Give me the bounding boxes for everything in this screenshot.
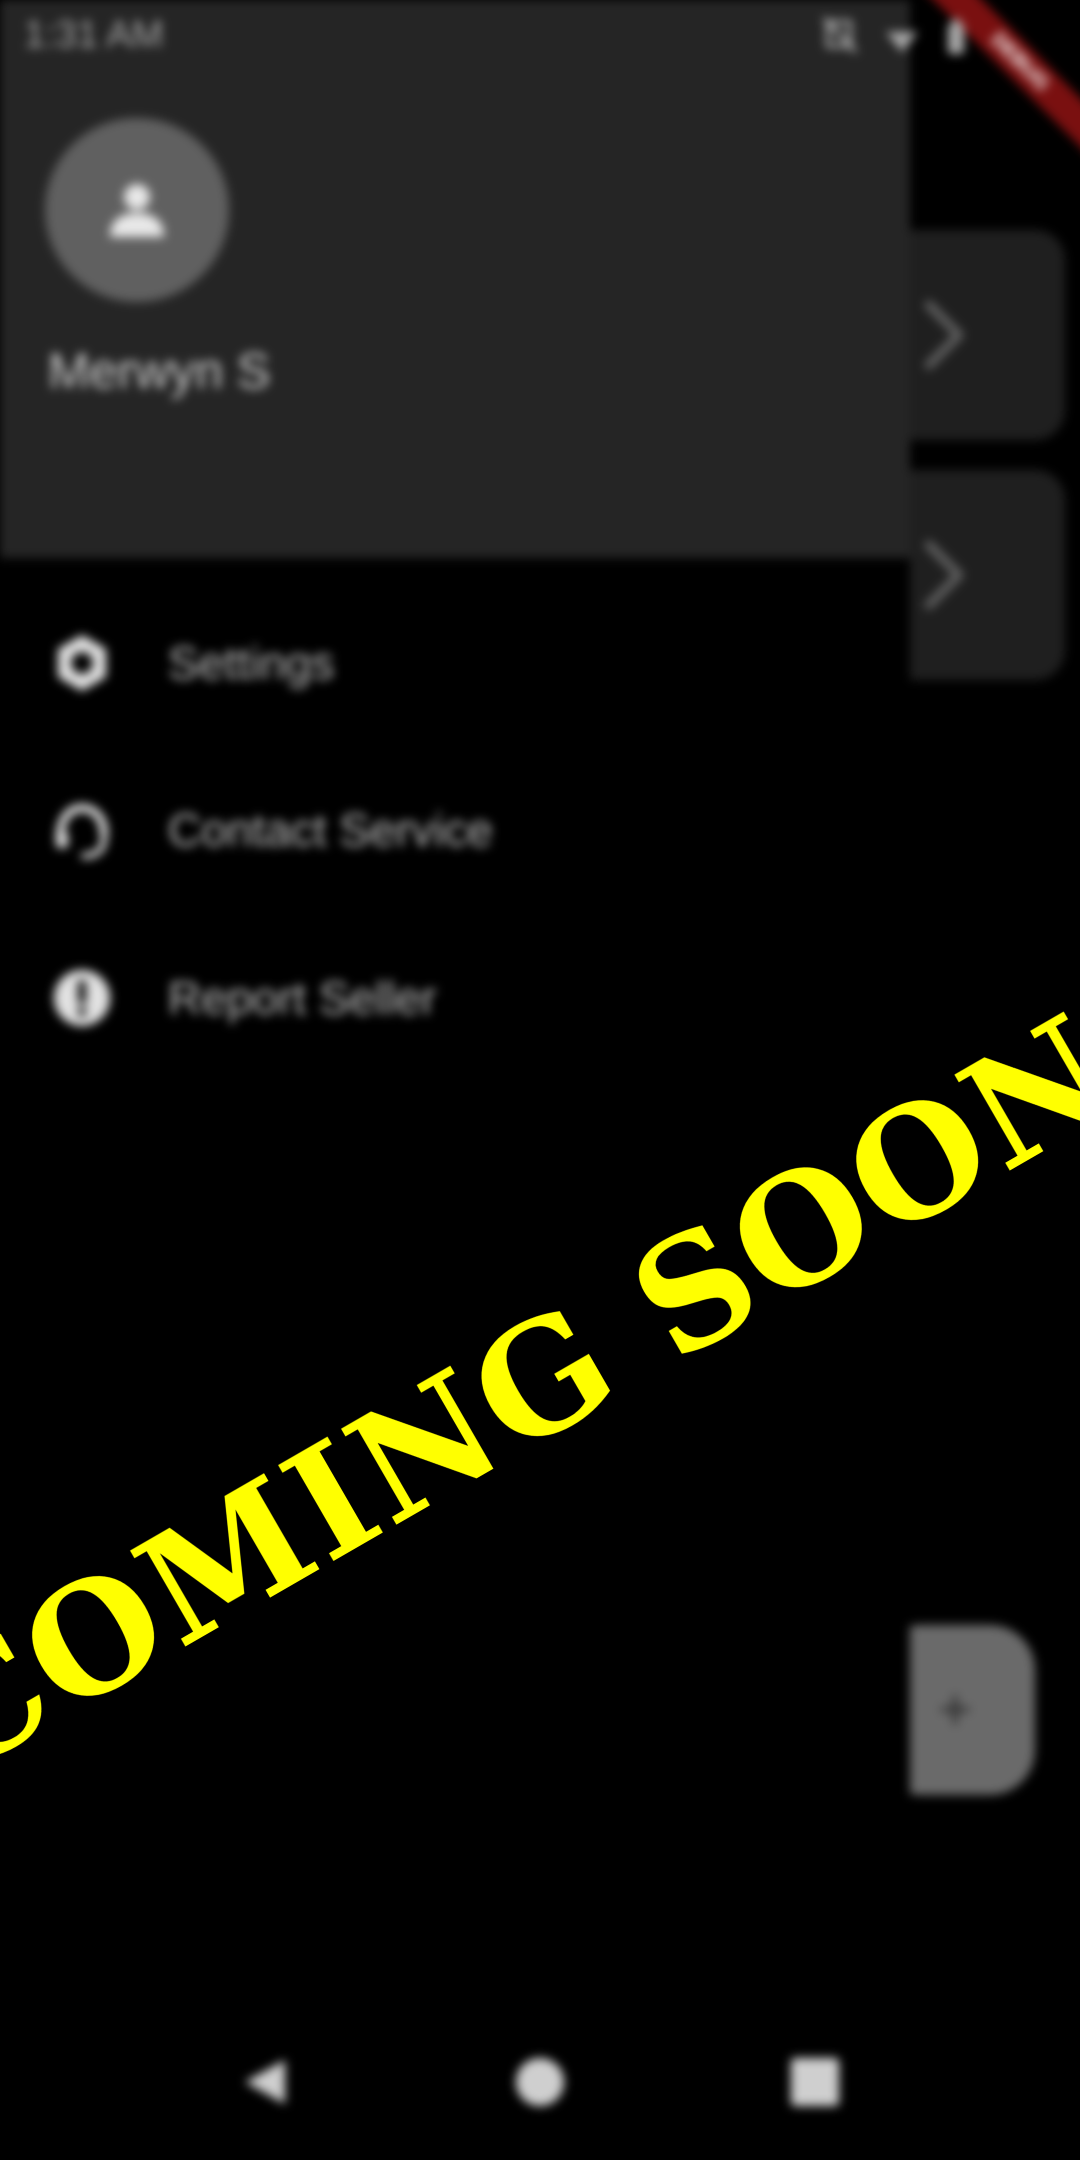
screen: + DEBUG Merwyn S Settings Contact Servic… [0, 0, 1080, 2160]
avatar[interactable] [45, 118, 229, 302]
user-name: Merwyn S [48, 343, 271, 399]
menu-item-settings[interactable]: Settings [0, 598, 910, 728]
battery-icon [948, 19, 964, 54]
status-time: 1:31 AM [24, 14, 164, 56]
back-icon[interactable] [235, 2052, 295, 2112]
headset-icon [56, 803, 108, 859]
recents-icon[interactable] [785, 2052, 845, 2112]
wifi-icon [886, 32, 918, 52]
notification-off-icon [822, 16, 858, 54]
drawer-header: Merwyn S [0, 0, 910, 558]
alert-circle-icon [54, 970, 110, 1026]
person-icon [110, 184, 164, 237]
status-icons [822, 16, 964, 54]
home-icon[interactable] [510, 2052, 570, 2112]
menu-item-label: Contact Service [168, 804, 493, 856]
plus-icon: + [938, 1677, 972, 1742]
menu-item-label: Report Seller [168, 972, 437, 1024]
system-nav-bar [0, 2030, 1080, 2140]
navigation-drawer: Merwyn S Settings Contact Service Report… [0, 0, 910, 2160]
gear-icon [58, 635, 106, 691]
menu-item-report-seller[interactable]: Report Seller [0, 933, 910, 1063]
status-bar: 1:31 AM [0, 0, 1080, 72]
menu-item-contact-service[interactable]: Contact Service [0, 765, 910, 895]
menu-item-label: Settings [168, 637, 335, 689]
